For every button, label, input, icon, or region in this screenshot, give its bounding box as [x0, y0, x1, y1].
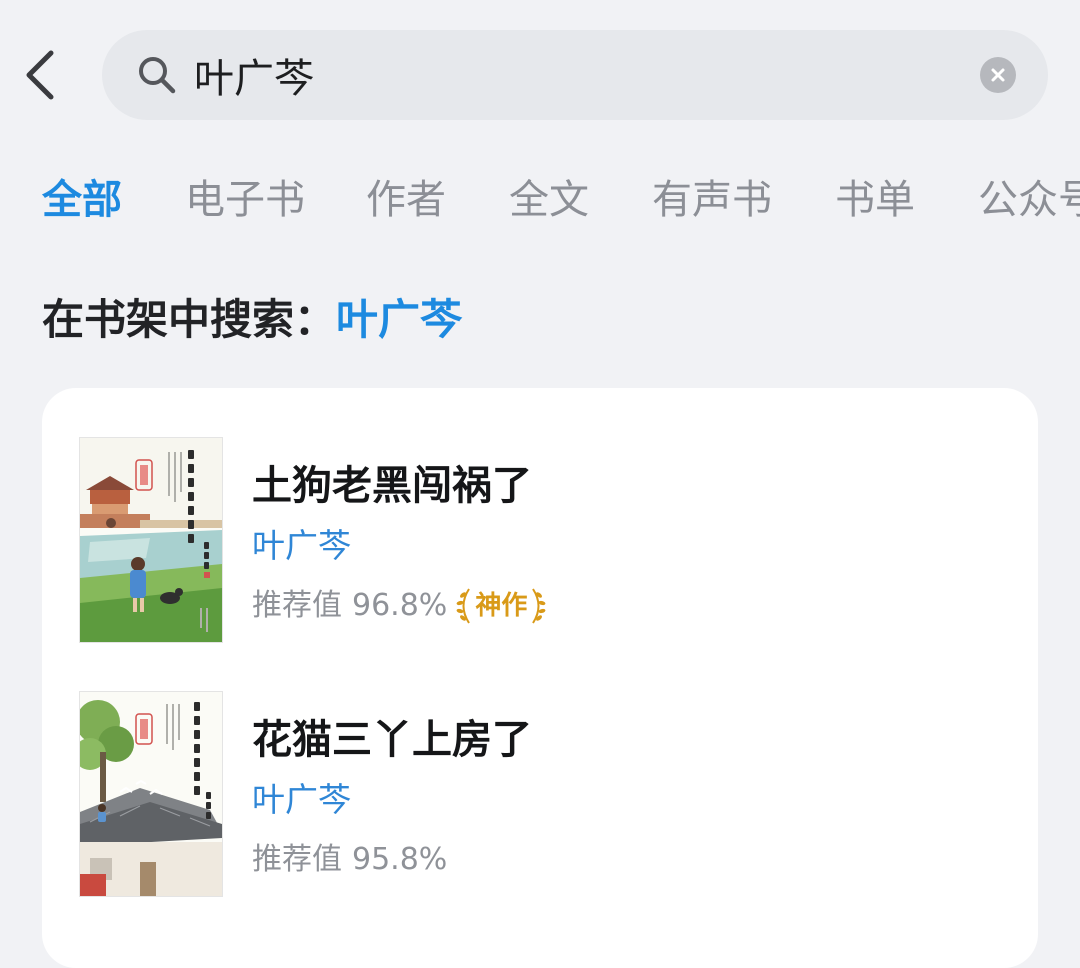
book-item[interactable]: 土狗老黑闯祸了 叶广芩 推荐值 96.8% 神作: [42, 438, 1038, 648]
recommend-value: 95.8%: [352, 842, 448, 877]
recommend-value: 96.8%: [352, 588, 448, 623]
search-input[interactable]: [194, 45, 954, 105]
shelf-search-row[interactable]: 在书架中搜索：叶广芩: [42, 290, 462, 350]
tab-all[interactable]: 全部: [42, 170, 122, 230]
book-title[interactable]: 土狗老黑闯祸了: [252, 458, 532, 514]
tab-audiobook[interactable]: 有声书: [652, 170, 772, 230]
masterpiece-badge: 神作: [455, 584, 547, 628]
chevron-left-icon: [26, 50, 54, 100]
tab-fulltext[interactable]: 全文: [509, 170, 589, 230]
laurel-left-icon: [456, 588, 471, 624]
book-cover: [80, 438, 222, 642]
magnifier-icon: [139, 57, 176, 94]
book-cover: [80, 692, 222, 896]
tab-official-account[interactable]: 公众号: [978, 170, 1080, 230]
back-button[interactable]: [14, 48, 64, 102]
tab-booklist[interactable]: 书单: [835, 170, 915, 230]
badge-label: 神作: [475, 591, 528, 621]
search-bar[interactable]: [102, 30, 1048, 120]
book-author[interactable]: 叶广芩: [252, 522, 351, 570]
category-tabs: 全部 电子书 作者 全文 有声书 书单 公众号: [0, 170, 1080, 230]
recommend-label: 推荐值: [252, 842, 342, 877]
close-icon: [991, 68, 1005, 82]
shelf-search-label: 在书架中搜索：: [42, 295, 337, 344]
tab-author[interactable]: 作者: [366, 170, 446, 230]
book-author[interactable]: 叶广芩: [252, 776, 351, 824]
clear-search-button[interactable]: [980, 57, 1016, 93]
book-title[interactable]: 花猫三丫上房了: [252, 712, 532, 768]
recommend-row: 推荐值 95.8%: [252, 836, 447, 884]
shelf-search-keyword[interactable]: 叶广芩: [336, 295, 462, 344]
book-item[interactable]: 花猫三丫上房了 叶广芩 推荐值 95.8%: [42, 692, 1038, 902]
recommend-label: 推荐值: [252, 588, 342, 623]
laurel-right-icon: [532, 588, 546, 624]
results-card: 土狗老黑闯祸了 叶广芩 推荐值 96.8% 神作 花猫三丫上房了 叶广芩 推荐值…: [42, 388, 1038, 968]
tab-ebook[interactable]: 电子书: [185, 170, 305, 230]
recommend-row: 推荐值 96.8% 神作: [252, 582, 547, 630]
